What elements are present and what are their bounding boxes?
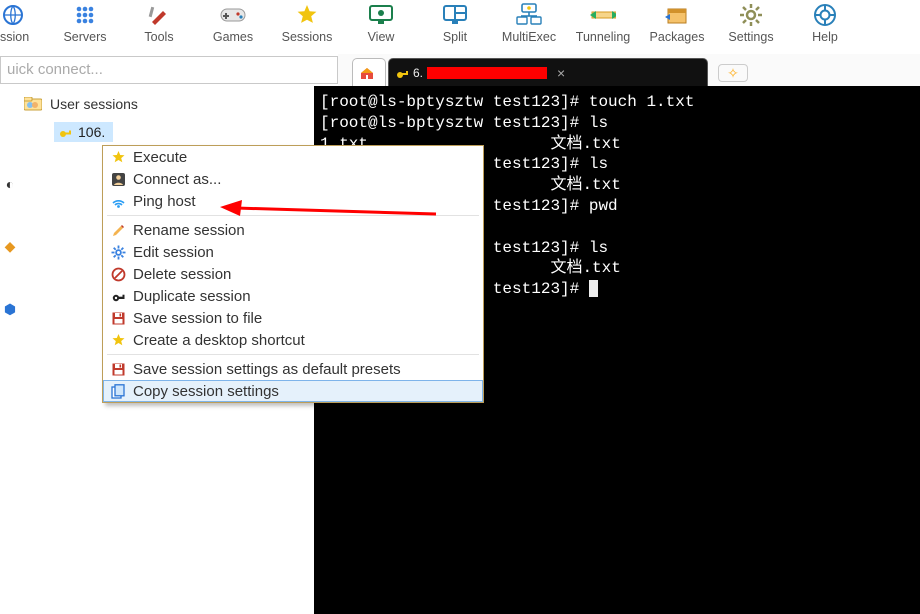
screen-icon <box>368 2 394 28</box>
menu-item-label: Connect as... <box>133 171 221 188</box>
main-toolbar: ssion Servers Tools Games Sessions View … <box>0 0 920 54</box>
tree-selected-label: 106. <box>78 124 105 140</box>
menu-item-edit-session[interactable]: Edit session <box>103 241 483 263</box>
menu-item-rename-session[interactable]: Rename session <box>103 219 483 241</box>
menu-item-duplicate-session[interactable]: Duplicate session <box>103 285 483 307</box>
menu-separator <box>107 354 479 355</box>
menu-item-create-a-desktop-shortcut[interactable]: Create a desktop shortcut <box>103 329 483 351</box>
tb-tools[interactable]: Tools <box>122 2 196 44</box>
help-icon <box>812 2 838 28</box>
person-icon <box>109 170 127 188</box>
menu-item-connect-as-[interactable]: Connect as... <box>103 168 483 190</box>
tree-root[interactable]: User sessions <box>24 92 314 116</box>
menu-item-delete-session[interactable]: Delete session <box>103 263 483 285</box>
tb-sessions[interactable]: Sessions <box>270 2 344 44</box>
home-icon <box>359 65 375 81</box>
key-icon <box>395 66 409 80</box>
context-menu: Execute Connect as... Ping host Rename sess… <box>102 145 484 403</box>
tab-active-session[interactable]: 6. × <box>388 58 708 86</box>
key-icon <box>58 125 72 139</box>
copy-icon <box>109 382 127 400</box>
menu-item-label: Delete session <box>133 266 231 283</box>
key-icon <box>109 287 127 305</box>
tree-root-label: User sessions <box>50 96 138 112</box>
menu-item-label: Ping host <box>133 193 196 210</box>
tb-session[interactable]: ssion <box>0 2 48 44</box>
menu-item-ping-host[interactable]: Ping host <box>103 190 483 212</box>
tb-multiexec[interactable]: MultiExec <box>492 2 566 44</box>
censored-label <box>427 67 547 79</box>
menu-item-label: Copy session settings <box>133 383 279 400</box>
dots-icon <box>72 2 98 28</box>
star-icon <box>109 148 127 166</box>
tb-tunneling[interactable]: Tunneling <box>566 2 640 44</box>
gear-icon <box>109 243 127 261</box>
menu-item-save-session-to-file[interactable]: Save session to file <box>103 307 483 329</box>
bullet-icon[interactable]: ◆ <box>5 238 16 255</box>
tb-servers[interactable]: Servers <box>48 2 122 44</box>
star-icon <box>109 331 127 349</box>
tb-games[interactable]: Games <box>196 2 270 44</box>
tb-help[interactable]: Help <box>788 2 862 44</box>
gear-icon <box>738 2 764 28</box>
floppy-icon <box>109 360 127 378</box>
close-icon[interactable]: × <box>557 65 565 81</box>
globe-icon <box>0 2 26 28</box>
quick-connect-row: uick connect... 6. × ✧ <box>0 54 920 86</box>
signal-icon <box>109 192 127 210</box>
folder-icon <box>24 97 42 111</box>
tb-packages[interactable]: Packages <box>640 2 714 44</box>
menu-separator <box>107 215 479 216</box>
multiexec-icon <box>516 2 542 28</box>
tb-view[interactable]: View <box>344 2 418 44</box>
pencil-icon <box>109 221 127 239</box>
gamepad-icon <box>220 2 246 28</box>
quick-connect-input[interactable]: uick connect... <box>0 56 338 84</box>
side-vertical-icons: ◐ ◆ ⬢ <box>0 166 20 426</box>
menu-item-execute[interactable]: Execute <box>103 146 483 168</box>
tree-selected-session[interactable]: 106. <box>54 122 113 142</box>
session-tree: User sessions 106. <box>4 92 314 142</box>
split-icon <box>442 2 468 28</box>
bullet-icon[interactable]: ⬢ <box>4 301 16 318</box>
new-tab-button[interactable]: ✧ <box>718 64 748 82</box>
tunnel-icon <box>590 2 616 28</box>
menu-item-label: Edit session <box>133 244 214 261</box>
tb-settings[interactable]: Settings <box>714 2 788 44</box>
floppy-icon <box>109 309 127 327</box>
menu-item-label: Create a desktop shortcut <box>133 332 305 349</box>
menu-item-copy-session-settings[interactable]: Copy session settings <box>103 380 483 402</box>
menu-item-label: Execute <box>133 149 187 166</box>
tb-split[interactable]: Split <box>418 2 492 44</box>
tabs-strip: 6. × ✧ <box>338 54 920 86</box>
bullet-icon[interactable]: ◐ <box>6 176 14 192</box>
tab-prefix: 6. <box>413 66 423 80</box>
knife-icon <box>146 2 172 28</box>
menu-item-label: Duplicate session <box>133 288 251 305</box>
menu-item-label: Save session to file <box>133 310 262 327</box>
menu-item-label: Save session settings as default presets <box>133 361 401 378</box>
trash-icon <box>109 265 127 283</box>
menu-item-label: Rename session <box>133 222 245 239</box>
menu-item-save-session-settings-as-default-presets[interactable]: Save session settings as default presets <box>103 358 483 380</box>
tab-home[interactable] <box>352 58 386 86</box>
package-icon <box>664 2 690 28</box>
star-icon <box>294 2 320 28</box>
